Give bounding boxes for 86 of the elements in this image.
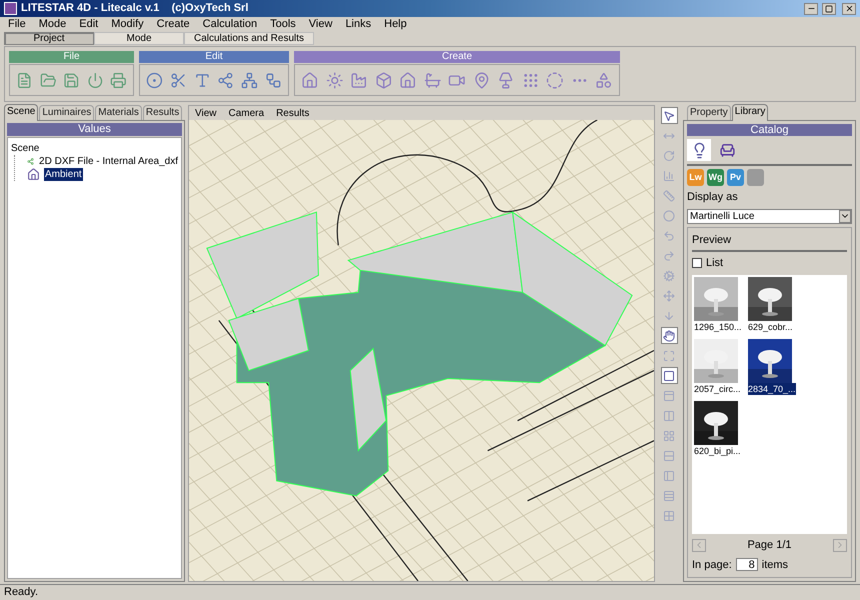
tab[interactable]: Luminaires	[39, 105, 94, 120]
box-icon[interactable]	[374, 70, 392, 90]
printer-icon[interactable]	[110, 70, 127, 90]
field-label: Display as	[687, 190, 739, 205]
menu-item[interactable]: View	[195, 106, 216, 120]
app-logo-icon	[4, 2, 17, 15]
bath-icon[interactable]	[424, 70, 442, 90]
thumbnail-item[interactable]: 2834_70_...	[748, 338, 798, 394]
thumbnail-item[interactable]: 629_cobr...	[748, 276, 798, 332]
next-page-button[interactable]	[832, 538, 847, 552]
lightbulb-icon[interactable]	[687, 139, 711, 161]
folder-icon[interactable]	[40, 70, 56, 90]
close-icon	[844, 4, 854, 13]
house-icon[interactable]	[399, 70, 417, 90]
menu-item[interactable]: Links	[345, 16, 372, 33]
previous-page-button[interactable]	[692, 538, 706, 552]
thumbnail-caption: 2834_70_...	[748, 382, 796, 394]
panel-header: Values	[7, 123, 182, 136]
thumbnail-caption: 1296_150...	[694, 320, 742, 332]
mode-tab[interactable]: Calculations and Results	[184, 32, 314, 45]
tab[interactable]: Scene	[4, 104, 38, 121]
minimize-button[interactable]	[804, 2, 818, 14]
shapes-icon[interactable]	[595, 70, 613, 90]
thumbnail-item[interactable]: 2057_circ...	[694, 338, 744, 394]
display-as-dropdown[interactable]: Martinelli Luce	[687, 208, 852, 224]
pointer-icon[interactable]	[660, 107, 678, 124]
window-title: LITESTAR 4D - Litecalc v.1 (c)OxyTech Srl	[21, 1, 250, 16]
stone-icon[interactable]	[747, 169, 764, 186]
menu-item[interactable]: Mode	[38, 16, 66, 33]
group-header: File	[9, 51, 134, 63]
source-button[interactable]: Wg	[707, 169, 724, 186]
factory-icon[interactable]	[350, 70, 368, 90]
mode-tab[interactable]: Mode	[94, 32, 184, 45]
field-label: In page:	[692, 558, 732, 572]
group-header: Edit	[139, 51, 289, 63]
thumbnail-caption: 629_cobr...	[748, 320, 793, 332]
thumbnail-caption: 620_bi_pi...	[694, 444, 741, 456]
hand-icon[interactable]	[660, 327, 678, 344]
house-icon	[27, 168, 40, 181]
nodes-icon[interactable]	[217, 70, 234, 90]
power-icon[interactable]	[86, 70, 104, 90]
flow-icon[interactable]	[265, 70, 282, 90]
maximize-icon	[825, 4, 833, 12]
tab[interactable]: Results	[142, 105, 182, 120]
dotted-circle-icon[interactable]	[546, 70, 564, 90]
page-indicator: Page 1/1	[747, 538, 792, 553]
panel-header: Catalog	[687, 124, 852, 136]
sun-icon[interactable]	[326, 70, 344, 90]
tab[interactable]: Library	[732, 104, 768, 121]
tree-item[interactable]: Scene	[10, 142, 40, 155]
house-icon[interactable]	[301, 70, 319, 90]
field-label: items	[762, 558, 788, 572]
pin-icon[interactable]	[472, 70, 490, 90]
thumbnail-item[interactable]: 620_bi_pi...	[694, 400, 744, 456]
tree-item[interactable]: 2D DXF File - Internal Area_dxf	[38, 155, 179, 168]
in-page-field[interactable]: 8	[736, 558, 758, 572]
menu-item[interactable]: View	[308, 16, 332, 33]
document-icon[interactable]	[16, 70, 33, 90]
checkbox-label: List	[706, 256, 724, 271]
group-header: Create	[294, 51, 620, 63]
tab[interactable]: Materials	[95, 105, 142, 120]
status-bar: Ready.	[0, 584, 860, 600]
menu-item[interactable]: Results	[276, 106, 310, 120]
list-checkbox[interactable]	[692, 258, 702, 268]
tab[interactable]: Property	[687, 105, 731, 120]
room-model-drawing[interactable]	[189, 120, 654, 581]
thumbnail-item[interactable]: 1296_150...	[694, 276, 744, 332]
menu-item[interactable]: Create	[156, 16, 190, 33]
maximize-button[interactable]	[822, 2, 836, 14]
circle-dot-icon[interactable]	[146, 70, 163, 90]
group-title: Preview	[692, 232, 847, 252]
menu-item[interactable]: Calculation	[202, 16, 258, 33]
menu-item[interactable]: Modify	[111, 16, 144, 33]
scissors-icon[interactable]	[170, 70, 187, 90]
menu-item[interactable]: File	[8, 16, 26, 33]
tree-item[interactable]: Ambient	[44, 168, 83, 181]
close-button[interactable]	[842, 2, 856, 14]
mode-tab[interactable]: Project	[4, 32, 94, 45]
square-icon[interactable]	[660, 367, 678, 384]
hierarchy-icon[interactable]	[241, 70, 258, 90]
menu-item[interactable]: Help	[384, 16, 407, 33]
menu-item[interactable]: Camera	[228, 106, 264, 120]
menu-item[interactable]: Tools	[270, 16, 296, 33]
thumbnail-caption: 2057_circ...	[694, 382, 741, 394]
menu-item[interactable]: Edit	[79, 16, 98, 33]
lamp-icon[interactable]	[497, 70, 515, 90]
